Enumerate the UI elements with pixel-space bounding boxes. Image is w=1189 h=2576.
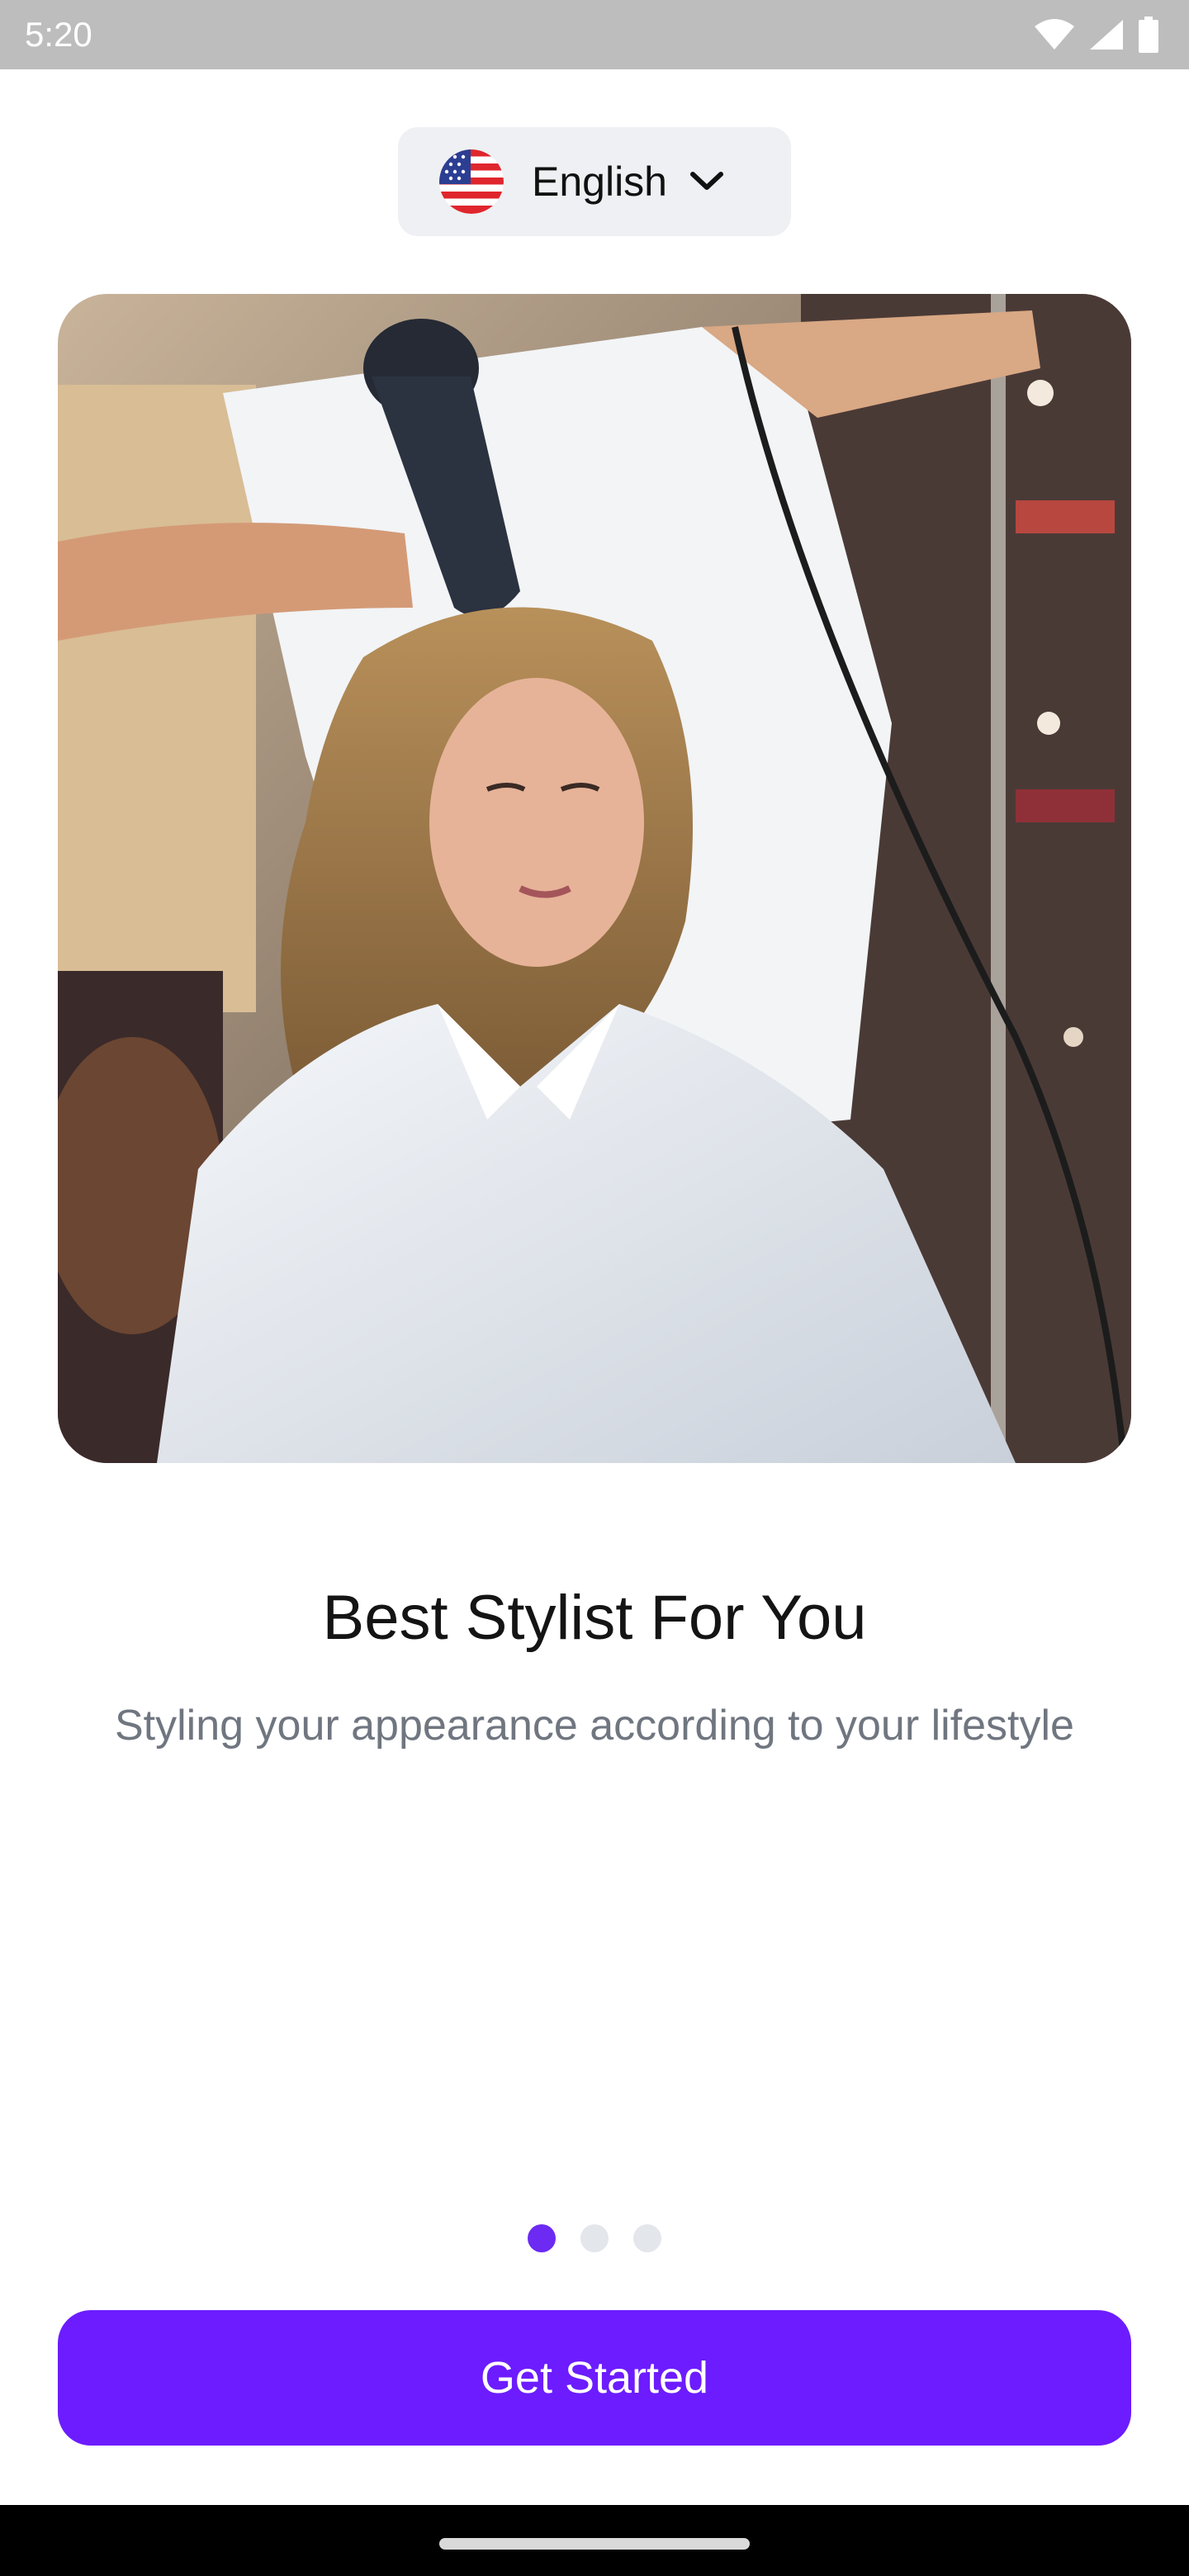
get-started-button[interactable]: Get Started [58, 2310, 1131, 2446]
onboarding-subtitle: Styling your appearance according to you… [115, 1702, 1074, 1750]
hero-image [58, 294, 1131, 1463]
stylist-photo [58, 294, 1131, 1463]
page-dot-3[interactable] [633, 2224, 661, 2252]
us-flag-icon [439, 149, 504, 214]
battery-icon [1139, 17, 1158, 53]
page-dot-2[interactable] [580, 2224, 609, 2252]
status-icons [1034, 15, 1159, 54]
pagination-dots [0, 2224, 1189, 2252]
language-selector[interactable]: English [398, 127, 791, 236]
chevron-down-icon [690, 172, 723, 190]
status-bar: 5:20 [0, 0, 1189, 69]
status-time: 5:20 [25, 15, 92, 54]
navigation-bar [0, 2505, 1189, 2576]
signal-icon [1090, 20, 1123, 50]
language-label: English [532, 159, 667, 205]
wifi-icon [1035, 19, 1074, 50]
home-indicator[interactable] [439, 2538, 750, 2550]
page-dot-1[interactable] [528, 2224, 556, 2252]
onboarding-title: Best Stylist For You [322, 1583, 867, 1653]
